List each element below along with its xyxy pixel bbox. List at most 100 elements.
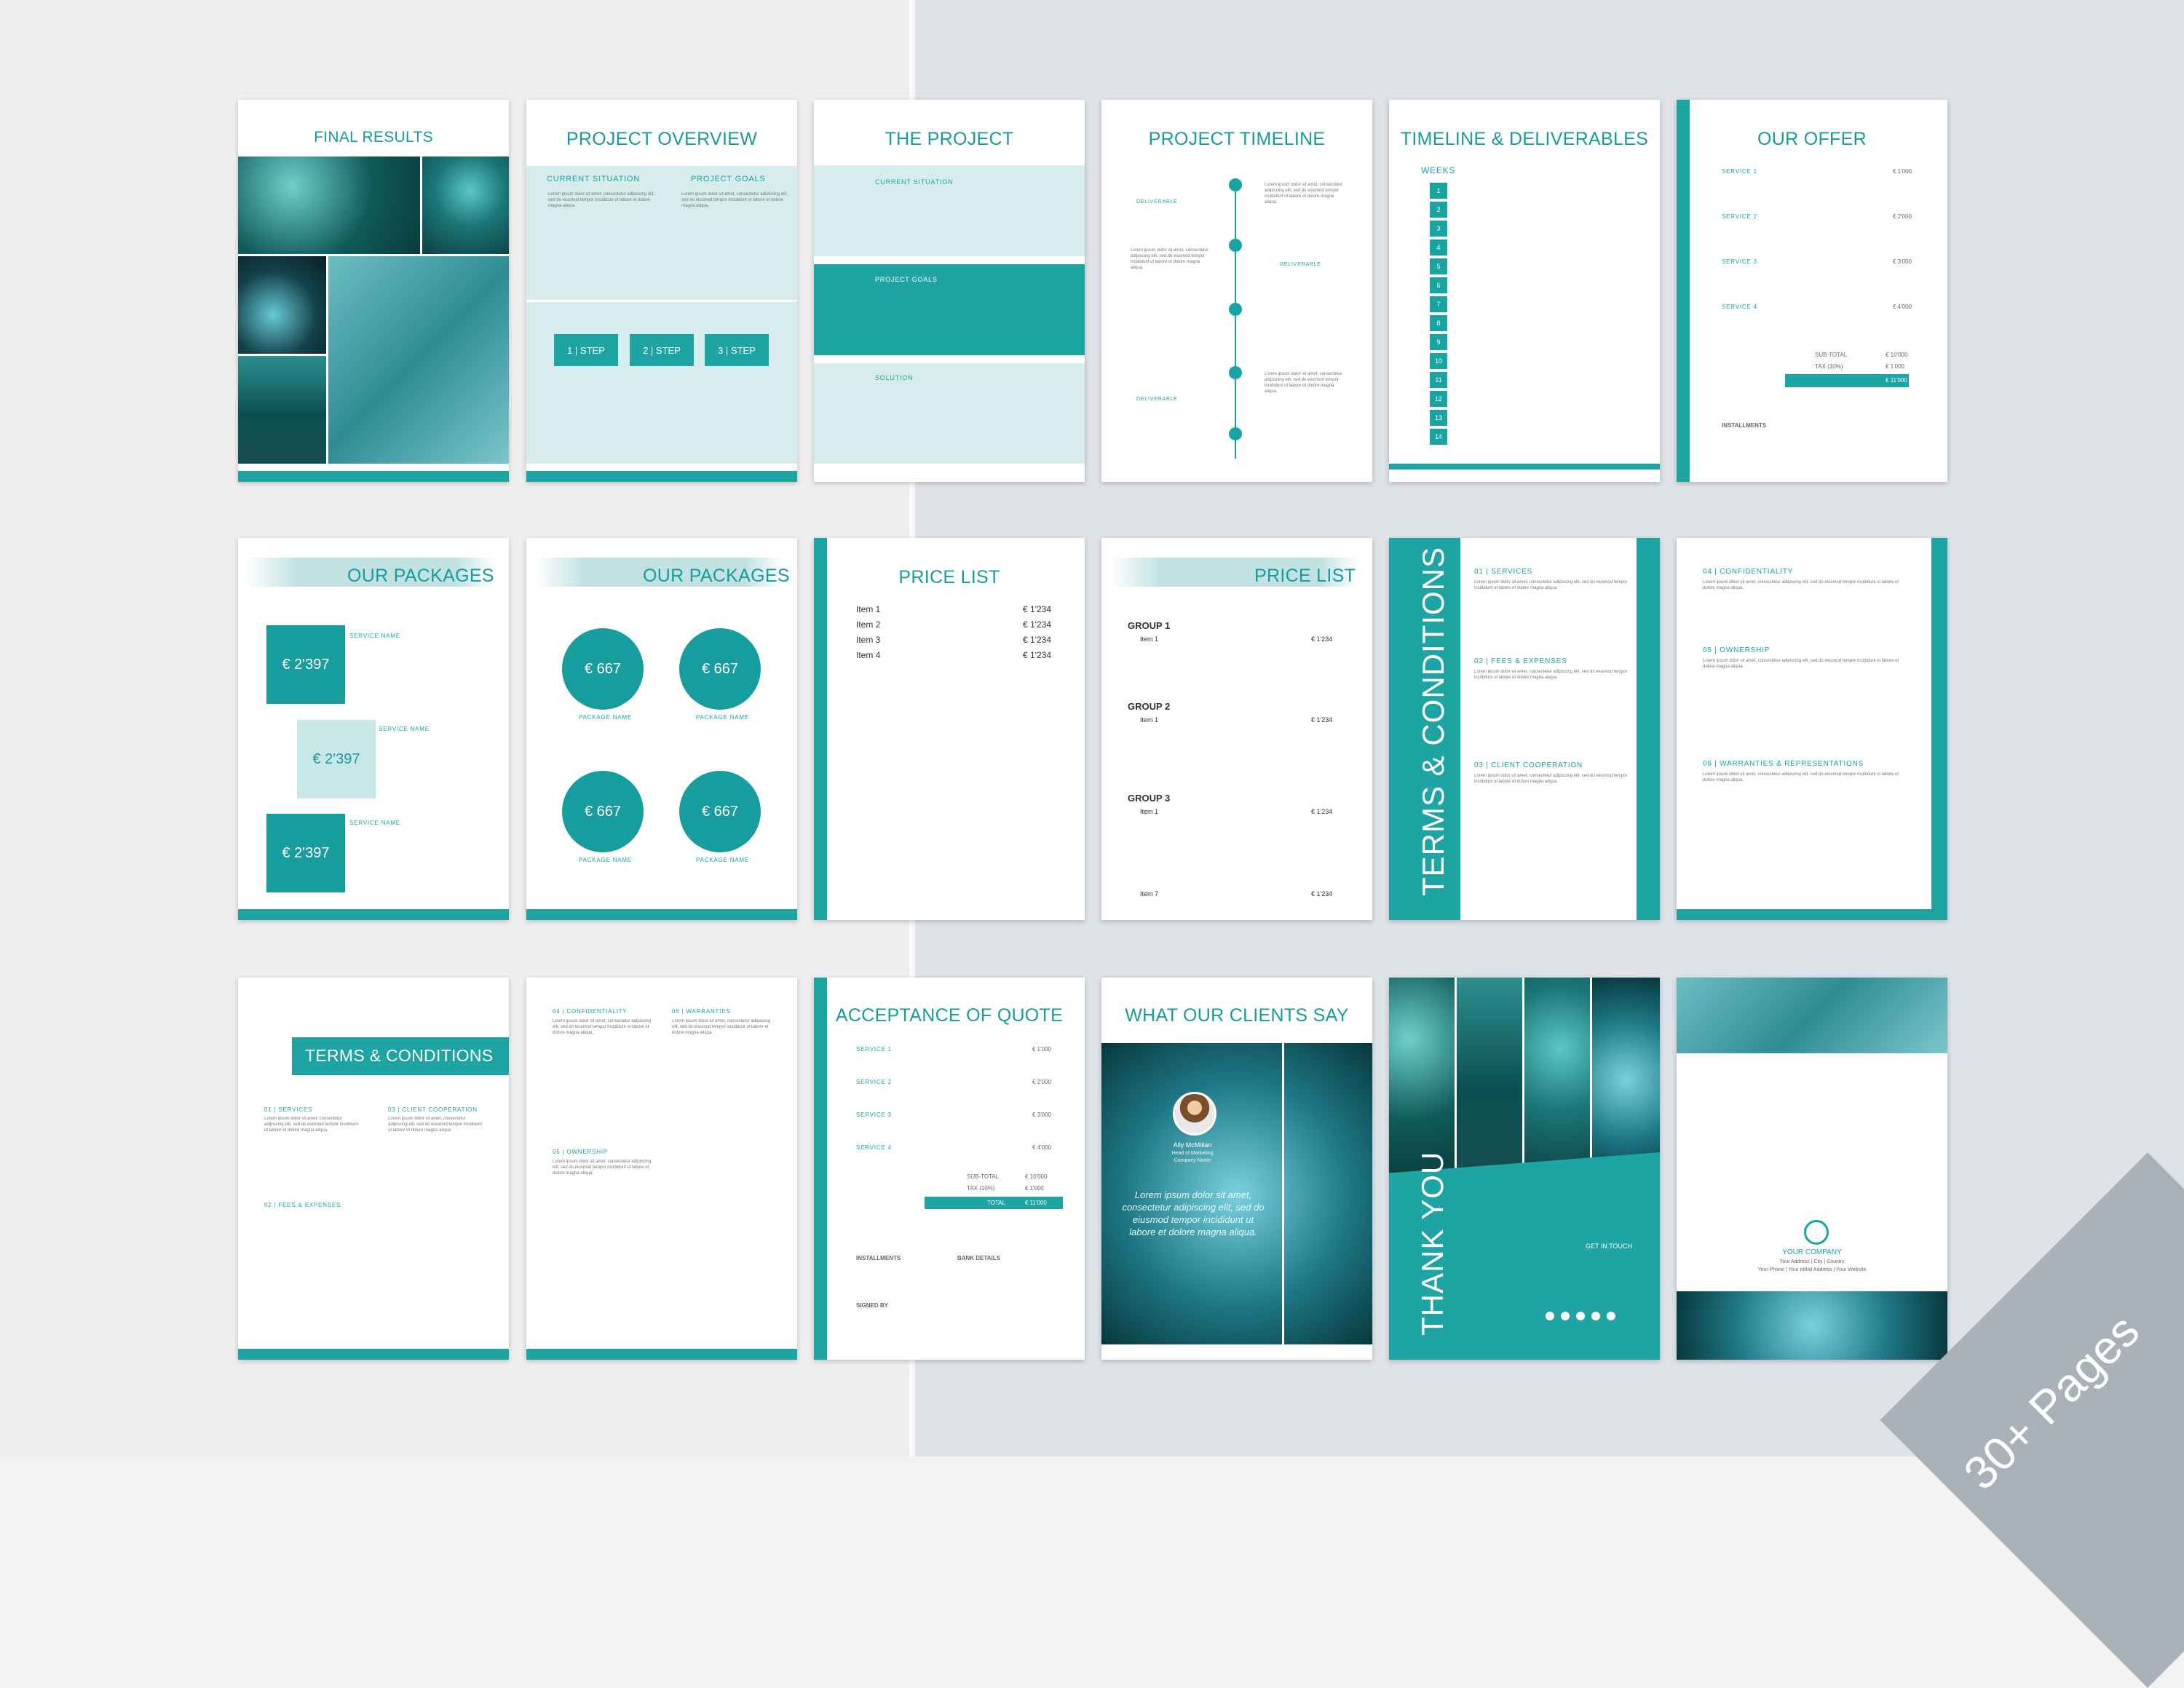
deliverable-label: DELIVERABLE — [1136, 199, 1178, 205]
client-name: Ally McMillan — [1173, 1141, 1212, 1149]
client-avatar — [1173, 1092, 1216, 1136]
left-accent — [814, 538, 827, 920]
deliverable-label: DELIVERABLE — [1136, 397, 1178, 402]
solution-label: SOLUTION — [875, 374, 914, 381]
price-item-3-value: € 1'234 — [1023, 635, 1051, 645]
confidentiality-heading: 04 | CONFIDENTIALITY — [1703, 568, 1794, 576]
service-4-price: € 4'000 — [1893, 304, 1912, 310]
installments-label: INSTALLMENTS — [1722, 422, 1767, 429]
leaves-photo — [328, 256, 509, 464]
left-accent — [814, 978, 827, 1360]
package-circle-3: € 667 — [562, 771, 644, 852]
subtotal-label: SUB-TOTAL — [1815, 352, 1848, 358]
thankyou-photo-3 — [1524, 978, 1590, 1181]
service-name: SERVICE NAME — [349, 633, 400, 639]
project-band-3 — [814, 363, 1085, 464]
fees-heading: 02 | FEES & EXPENSES — [264, 1202, 341, 1208]
pinterest-icon[interactable] — [1607, 1312, 1615, 1320]
terms-copy: Lorem ipsum dolor sit amet, consectetur … — [1703, 772, 1899, 782]
timeline-node — [1229, 178, 1242, 191]
price-item-1: Item 1 — [856, 604, 881, 614]
page-our-packages-circles: OUR PACKAGES € 667 € 667 € 667 € 667 PAC… — [526, 538, 797, 920]
project-goals-label: PROJECT GOALS — [691, 175, 766, 183]
footer-bar — [526, 471, 797, 482]
page-title: OUR PACKAGES — [347, 566, 494, 586]
service-2-label: SERVICE 2 — [1722, 213, 1757, 220]
terms-copy: Lorem ipsum dolor sit amet, consectetur … — [553, 1160, 652, 1176]
page-the-project: THE PROJECT CURRENT SITUATION PROJECT GO… — [814, 100, 1085, 482]
terms-copy: Lorem ipsum dolor sit amet, consectetur … — [1703, 659, 1899, 669]
get-in-touch-label: GET IN TOUCH — [1586, 1243, 1633, 1250]
step-3-box: 3 | STEP — [705, 334, 769, 366]
week-8: 8 — [1430, 315, 1447, 331]
youtube-icon[interactable] — [1576, 1312, 1585, 1320]
signed-by-label: SIGNED BY — [856, 1302, 889, 1309]
page-final-results: FINAL RESULTS — [238, 100, 509, 482]
package-circle-4: € 667 — [679, 771, 761, 852]
terms-copy: Lorem ipsum dolor sit amet, consectetur … — [1474, 580, 1628, 590]
price-item-2: Item 2 — [856, 619, 881, 630]
service-2-price: € 2'000 — [1032, 1079, 1051, 1085]
page-title: PROJECT OVERVIEW — [566, 129, 758, 149]
timeline-node — [1229, 239, 1242, 252]
week-3: 3 — [1430, 221, 1447, 237]
installments-label: INSTALLMENTS — [856, 1255, 901, 1261]
texture-photo — [238, 356, 326, 464]
price-item-2-value: € 1'234 — [1023, 619, 1051, 630]
wave-photo — [1677, 1291, 1947, 1360]
timeline-copy: Lorem ipsum dolor sit amet, consectetur … — [1265, 372, 1342, 394]
service-3-price: € 3'000 — [1032, 1112, 1051, 1118]
subtotal-value: € 10'000 — [1025, 1173, 1048, 1180]
week-9: 9 — [1430, 334, 1447, 350]
services-heading: 01 | SERVICES — [264, 1106, 313, 1113]
ownership-heading: 05 | OWNERSHIP — [1703, 646, 1770, 654]
subtotal-label: SUB-TOTAL — [967, 1173, 1000, 1180]
right-accent — [1931, 538, 1947, 920]
twitter-icon[interactable] — [1591, 1312, 1600, 1320]
terms-vertical-title: TERMS & CONDITIONS — [1416, 546, 1450, 896]
total-label: TOTAL — [987, 1200, 1006, 1206]
page-price-list-simple: PRICE LIST Item 1 € 1'234 Item 2 € 1'234… — [814, 538, 1085, 920]
tax-label: TAX (10%) — [1815, 363, 1843, 370]
package-circle-2: € 667 — [679, 628, 761, 710]
fees-heading: 02 | FEES & EXPENSES — [1474, 657, 1567, 665]
tax-value: € 1'000 — [1886, 363, 1904, 370]
package-circle-1: € 667 — [562, 628, 644, 710]
current-situation-label: CURRENT SITUATION — [547, 175, 641, 183]
feather-photo — [1677, 978, 1947, 1053]
page-title: THE PROJECT — [885, 129, 1014, 149]
page-title: TERMS & CONDITIONS — [305, 1046, 494, 1065]
week-5: 5 — [1430, 258, 1447, 274]
left-accent — [1677, 100, 1690, 482]
timeline-node — [1229, 427, 1242, 440]
group-item: Item 1 — [1140, 808, 1159, 815]
service-2-price: € 2'000 — [1893, 213, 1912, 220]
confidentiality-heading: 04 | CONFIDENTIALITY — [553, 1008, 628, 1015]
instagram-icon[interactable] — [1546, 1312, 1554, 1320]
timeline-node — [1229, 366, 1242, 379]
page-title: PRICE LIST — [898, 567, 1000, 587]
group-item: Item 7 — [1140, 890, 1159, 898]
terms-copy: Lorem ipsum dolor sit amet, consectetur … — [1703, 580, 1899, 590]
client-heading: 03 | CLIENT COOPERATION — [1474, 761, 1583, 769]
facebook-icon[interactable] — [1561, 1312, 1570, 1320]
client-company: Company Name — [1174, 1158, 1211, 1163]
footer-bar — [238, 909, 509, 920]
group-item-value: € 1'234 — [1311, 808, 1333, 815]
total-value: € 11'000 — [1025, 1200, 1047, 1206]
service-1-label: SERVICE 1 — [1722, 168, 1757, 175]
week-13: 13 — [1430, 410, 1447, 426]
page-title: ACCEPTANCE OF QUOTE — [835, 1005, 1064, 1026]
group-item-value: € 1'234 — [1311, 635, 1333, 643]
page-title: TIMELINE & DELIVERABLES — [1400, 129, 1649, 149]
thankyou-vertical-title: THANK YOU — [1415, 1151, 1449, 1336]
services-heading: 01 | SERVICES — [1474, 568, 1533, 576]
page-our-offer: OUR OFFER SERVICE 1 € 1'000 SERVICE 2 € … — [1677, 100, 1947, 482]
package-price-1: € 2'397 — [266, 625, 345, 704]
service-4-price: € 4'000 — [1032, 1144, 1051, 1151]
group-1-label: GROUP 1 — [1128, 620, 1171, 631]
terms-copy: Lorem ipsum dolor sit amet, consectetur … — [1474, 670, 1628, 680]
thankyou-photo-2 — [1457, 978, 1522, 1181]
footer-bar — [526, 909, 797, 920]
footer-bar — [238, 471, 509, 482]
